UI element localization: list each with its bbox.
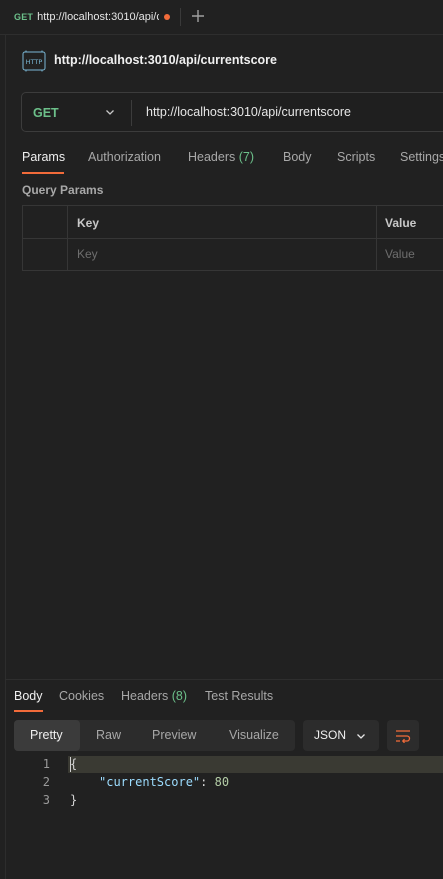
column-header-key: Key xyxy=(77,216,100,230)
response-divider[interactable] xyxy=(5,679,443,680)
view-mode-raw[interactable]: Raw xyxy=(96,728,121,742)
line-number: 2 xyxy=(42,775,50,789)
line-number: 3 xyxy=(42,793,50,807)
method-select[interactable]: GET xyxy=(33,106,59,120)
view-mode-pretty[interactable]: Pretty xyxy=(30,728,63,742)
tab-headers[interactable]: Headers (7) xyxy=(188,150,254,164)
active-response-tab-indicator xyxy=(14,710,43,712)
json-colon: : xyxy=(200,775,215,789)
tab-title: http://localhost:3010/api/currentscore xyxy=(37,11,159,23)
url-divider xyxy=(131,100,132,126)
table-column-divider xyxy=(67,205,68,271)
tab-divider xyxy=(180,8,181,26)
tab-params[interactable]: Params xyxy=(22,150,65,164)
wrap-lines-icon xyxy=(396,729,411,743)
pane-edge xyxy=(5,34,6,879)
response-tab-body[interactable]: Body xyxy=(14,689,43,703)
table-column-divider xyxy=(376,205,377,271)
view-mode-visualize[interactable]: Visualize xyxy=(229,728,279,742)
code-close-brace[interactable]: } xyxy=(70,793,77,807)
response-tab-cookies[interactable]: Cookies xyxy=(59,689,104,703)
tab-authorization[interactable]: Authorization xyxy=(88,150,161,164)
tab-settings[interactable]: Settings xyxy=(400,150,443,164)
tab-method: GET xyxy=(14,12,34,22)
table-row-divider xyxy=(22,238,443,239)
request-title[interactable]: http://localhost:3010/api/currentscore xyxy=(54,53,277,67)
tab-headers-label: Headers xyxy=(188,150,236,164)
response-headers-count: (8) xyxy=(171,689,188,703)
response-headers-label: Headers xyxy=(121,689,169,703)
chevron-down-icon[interactable] xyxy=(104,106,116,118)
param-value-input[interactable]: Value xyxy=(385,247,415,261)
json-key: "currentScore" xyxy=(99,775,201,789)
code-line-2[interactable]: "currentScore": 80 xyxy=(99,775,229,789)
url-input[interactable]: http://localhost:3010/api/currentscore xyxy=(146,105,351,119)
column-header-value: Value xyxy=(385,216,417,230)
response-tab-test-results[interactable]: Test Results xyxy=(205,689,273,703)
http-icon: HTTP xyxy=(22,49,46,73)
line-number: 1 xyxy=(42,757,50,771)
unsaved-dot-icon xyxy=(164,14,171,20)
json-number: 80 xyxy=(214,775,230,789)
wrap-lines-button[interactable] xyxy=(387,720,419,751)
request-tab[interactable]: GET http://localhost:3010/api/currentsco… xyxy=(5,0,176,34)
new-tab-plus-icon[interactable] xyxy=(189,6,207,26)
current-line-highlight xyxy=(68,756,443,773)
tab-scripts[interactable]: Scripts xyxy=(337,150,375,164)
response-tab-headers[interactable]: Headers (8) xyxy=(121,689,187,703)
headers-count-badge: (7) xyxy=(238,150,255,164)
tab-body[interactable]: Body xyxy=(283,150,312,164)
view-mode-preview[interactable]: Preview xyxy=(152,728,196,742)
chevron-down-icon xyxy=(355,730,367,742)
code-open-brace[interactable]: { xyxy=(70,757,77,771)
param-key-input[interactable]: Key xyxy=(77,247,98,261)
text-cursor xyxy=(70,757,71,772)
query-params-title: Query Params xyxy=(22,183,104,197)
svg-text:HTTP: HTTP xyxy=(26,58,43,66)
active-tab-indicator xyxy=(22,172,64,174)
format-select-label: JSON xyxy=(314,728,347,742)
